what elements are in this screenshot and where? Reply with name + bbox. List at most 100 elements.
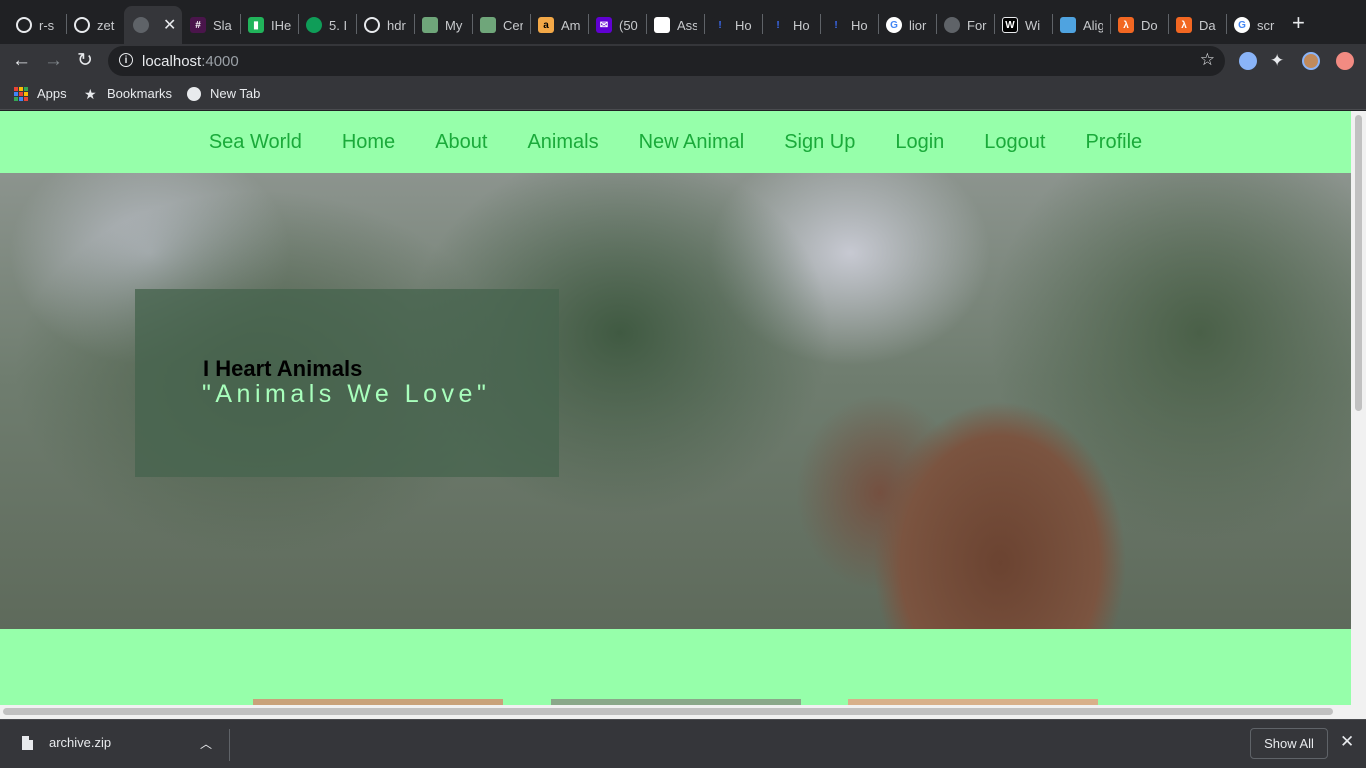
scrollbar-thumb[interactable]: [1355, 115, 1362, 411]
browser-tab[interactable]: λ Do: [1118, 8, 1161, 42]
nav-link-sign-up[interactable]: Sign Up: [784, 131, 855, 154]
tab-title: Alig: [1083, 17, 1103, 33]
close-icon[interactable]: ✕: [1340, 732, 1354, 752]
globe-icon: [133, 17, 149, 33]
browser-tab[interactable]: r-s: [16, 8, 59, 42]
wiki-icon: W: [1002, 17, 1018, 33]
bookmark-bookmarks[interactable]: ★ Bookmarks: [84, 86, 172, 101]
scrollbar-thumb[interactable]: [3, 708, 1333, 715]
browser-tab[interactable]: ǃ Ho: [828, 8, 871, 42]
amazon-icon: a: [538, 17, 554, 33]
nav-link-about[interactable]: About: [435, 131, 487, 154]
nav-link-profile[interactable]: Profile: [1085, 131, 1142, 154]
browser-tab[interactable]: ▮ IHe: [248, 8, 291, 42]
nav-link-login[interactable]: Login: [895, 131, 944, 154]
address-bar[interactable]: i localhost:4000 ☆: [108, 46, 1225, 76]
hero-subtitle: "Animals We Love": [202, 380, 491, 408]
browser-tab[interactable]: For: [944, 8, 987, 42]
browser-tab[interactable]: ǃ Ho: [712, 8, 755, 42]
tab-title: Am: [561, 17, 581, 33]
tab-title: IHe: [271, 17, 291, 33]
browser-tab-strip: r-s zet ✕ # Sla ▮ IHe 5. I hdr My Cer a …: [0, 0, 1366, 44]
tab-title: Wi: [1025, 17, 1041, 33]
download-file-name: archive.zip: [49, 735, 112, 750]
download-item[interactable]: archive.zip: [22, 735, 111, 750]
nav-link-animals[interactable]: Animals: [527, 131, 598, 154]
site-info-icon[interactable]: i: [119, 53, 133, 67]
show-all-button[interactable]: Show All: [1250, 728, 1328, 759]
download-shelf: archive.zip ︿ Show All ✕: [0, 719, 1366, 768]
tab-title: Do: [1141, 17, 1158, 33]
tab-title: My: [445, 17, 463, 33]
extension-icon[interactable]: [1239, 52, 1257, 70]
tab-title: Ho: [735, 17, 752, 33]
vertical-scrollbar[interactable]: [1351, 111, 1366, 705]
browser-tab[interactable]: ǃ Ho: [770, 8, 813, 42]
new-tab-plus-icon[interactable]: +: [1292, 12, 1305, 34]
browser-tab[interactable]: Cer: [480, 8, 523, 42]
hotjar-icon: ǃ: [712, 17, 728, 33]
apps-grid-icon: [14, 86, 28, 101]
tab-title: Ho: [851, 17, 868, 33]
browser-tab[interactable]: W Wi: [1002, 8, 1045, 42]
browser-tab[interactable]: Ass: [654, 8, 697, 42]
slack-icon: #: [190, 17, 206, 33]
browser-tab[interactable]: G lior: [886, 8, 929, 42]
browser-tab[interactable]: Alig: [1060, 8, 1103, 42]
tab-title: zet: [97, 17, 115, 33]
tab-title: r-s: [39, 17, 55, 33]
globe-icon: [944, 17, 960, 33]
tab-title: hdr: [387, 17, 406, 33]
hotjar-icon: ǃ: [828, 17, 844, 33]
nav-link-sea-world[interactable]: Sea World: [209, 131, 302, 154]
mail-icon: ✉: [596, 17, 612, 33]
tab-title: For: [967, 17, 987, 33]
bookmark-star-icon[interactable]: ☆: [1200, 50, 1215, 70]
tab-title: 5. I: [329, 17, 348, 33]
tab-title: scr: [1257, 17, 1275, 33]
browser-tab[interactable]: G scr: [1234, 8, 1277, 42]
globe-icon: [187, 86, 201, 101]
browser-tab[interactable]: zet: [74, 8, 117, 42]
bookmark-label: New Tab: [210, 86, 261, 101]
browser-tab[interactable]: a Am: [538, 8, 581, 42]
lambda-icon: λ: [1176, 17, 1192, 33]
tab-title: Da: [1199, 17, 1216, 33]
browser-tab-active[interactable]: ✕: [124, 6, 182, 44]
github-icon: [364, 17, 380, 33]
google-icon: G: [1234, 17, 1250, 33]
browser-tab[interactable]: 5. I: [306, 8, 349, 42]
back-arrow-icon[interactable]: ←: [12, 50, 31, 72]
app-icon: [422, 17, 438, 33]
trello-icon: ▮: [248, 17, 264, 33]
bookmarks-bar: Apps ★ Bookmarks New Tab: [0, 78, 1366, 110]
forward-arrow-icon[interactable]: →: [44, 50, 63, 72]
file-icon: [22, 735, 33, 750]
address-url[interactable]: localhost:4000: [142, 53, 239, 70]
hero-banner-image: I Heart Animals "Animals We Love": [0, 173, 1351, 629]
chevron-up-icon[interactable]: ︿: [200, 735, 212, 752]
nav-link-new-animal[interactable]: New Animal: [639, 131, 745, 154]
horizontal-scrollbar[interactable]: [0, 705, 1366, 719]
close-tab-icon[interactable]: ✕: [163, 15, 176, 35]
browser-tab[interactable]: # Sla: [190, 8, 233, 42]
browser-tab[interactable]: λ Da: [1176, 8, 1219, 42]
puzzle-extensions-icon[interactable]: ✦: [1270, 50, 1284, 72]
nav-link-home[interactable]: Home: [342, 131, 395, 154]
browser-tab[interactable]: hdr: [364, 8, 407, 42]
browser-tab[interactable]: ✉ (50: [596, 8, 639, 42]
github-icon: [16, 17, 32, 33]
nav-link-logout[interactable]: Logout: [984, 131, 1045, 154]
bookmark-new-tab[interactable]: New Tab: [187, 86, 260, 101]
reload-icon[interactable]: ↻: [77, 50, 93, 72]
tab-title: Ho: [793, 17, 810, 33]
tab-title: Sla: [213, 17, 232, 33]
star-icon: ★: [84, 85, 97, 102]
profile-avatar-icon[interactable]: [1302, 52, 1320, 70]
bookmark-label: Bookmarks: [107, 86, 173, 101]
tab-title: (50: [619, 17, 638, 33]
bookmark-apps[interactable]: Apps: [14, 86, 67, 101]
update-icon[interactable]: [1336, 52, 1354, 70]
app-icon: [1060, 17, 1076, 33]
browser-tab[interactable]: My: [422, 8, 465, 42]
